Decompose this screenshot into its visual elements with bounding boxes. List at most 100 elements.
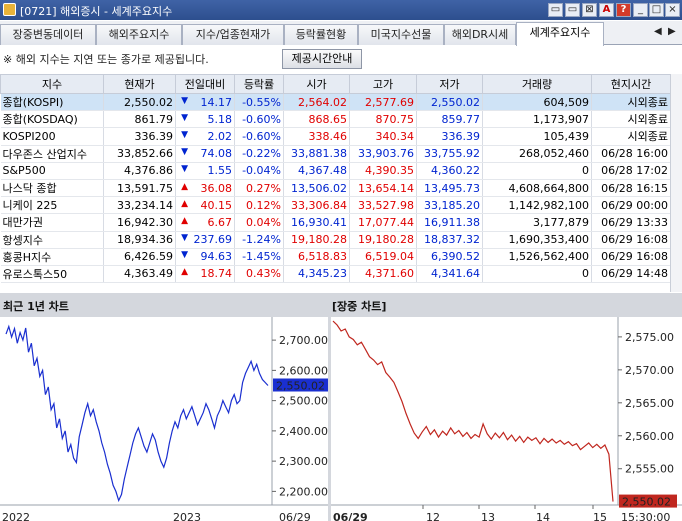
price-cell: 18,934.36 [103, 231, 176, 249]
down-arrow-icon: ▼ [181, 250, 188, 261]
low-cell: 4,341.64 [416, 265, 483, 284]
tab-world-indices[interactable]: 세계주요지수 [516, 22, 604, 46]
table-row[interactable]: 나스닥 종합 13,591.75 ▲ 36.08 0.27% 13,506.02 13,65… [0, 179, 671, 198]
col-header-local-time[interactable]: 현지시간 [591, 74, 671, 94]
local-time-cell: 시외종료 [591, 110, 671, 129]
print-icon[interactable]: ⊠ [582, 3, 597, 17]
up-arrow-icon: ▲ [181, 198, 188, 209]
y-tick-label: 2,570.00 [625, 364, 674, 377]
y-tick-label: 2,600.00 [279, 364, 328, 377]
price-cell: 16,942.30 [103, 213, 176, 232]
volume-cell: 3,177,879 [482, 213, 592, 232]
volume-cell: 0 [482, 162, 592, 180]
close-button[interactable]: × [665, 3, 680, 17]
change-cell: ▲ 36.08 [175, 179, 235, 198]
low-cell: 4,360.22 [416, 162, 483, 180]
table-row[interactable]: 항셍지수 18,934.36 ▼ 237.69 -1.24% 19,180.28 19,18… [0, 231, 671, 249]
table-row[interactable]: KOSPI200 336.39 ▼ 2.02 -0.60% 338.46 340.34 336… [0, 127, 671, 146]
high-cell: 6,519.04 [349, 248, 417, 266]
col-header-low[interactable]: 저가 [416, 74, 483, 94]
change-value: 1.55 [207, 164, 233, 178]
change-value: 14.17 [200, 95, 233, 109]
change-cell: ▲ 40.15 [175, 196, 235, 215]
tab-major-overseas-index[interactable]: 해외주요지수 [96, 24, 182, 45]
tab-change-status[interactable]: 등락률현황 [284, 24, 358, 45]
index-name-cell: 대만가권 [0, 213, 104, 232]
intraday-chart-title: [장중 차트] [332, 300, 387, 313]
tab-intraday-data[interactable]: 장중변동데이터 [0, 24, 96, 45]
table-row[interactable]: 니케이 225 33,234.14 ▲ 40.15 0.12% 33,306.84 33,5… [0, 196, 671, 215]
link-icon[interactable]: ▭ [565, 3, 580, 17]
rate-cell: -1.45% [234, 248, 284, 266]
tab-bar: 장중변동데이터 해외주요지수 지수/업종현재가 등락률현황 미국지수선물 해외D… [0, 21, 682, 46]
change-cell: ▼ 237.69 [175, 231, 235, 249]
index-name-cell: 유로스톡스50 [0, 265, 104, 284]
tab-overseas-dr[interactable]: 해외DR시세 [444, 24, 516, 45]
table-row[interactable]: S&P500 4,376.86 ▼ 1.55 -0.04% 4,367.48 4,390.3… [0, 162, 671, 180]
open-cell: 4,367.48 [283, 162, 350, 180]
help-icon[interactable]: ? [616, 3, 631, 17]
high-cell: 870.75 [349, 110, 417, 129]
volume-cell: 1,526,562,400 [482, 248, 592, 266]
current-value-label: 2,550.02 [622, 496, 671, 509]
price-cell: 2,550.02 [103, 93, 176, 112]
price-cell: 13,591.75 [103, 179, 176, 198]
volume-cell: 1,690,353,400 [482, 231, 592, 249]
index-name-cell: 나스닥 종합 [0, 179, 104, 198]
x-tick-label: 15:30:00 [621, 511, 670, 521]
service-hours-button[interactable]: 제공시간안내 [282, 49, 362, 69]
tab-scroll-left-icon[interactable]: ◀ [654, 26, 664, 40]
change-value: 5.18 [207, 112, 233, 126]
col-header-volume[interactable]: 거래량 [482, 74, 592, 94]
high-cell: 19,180.28 [349, 231, 417, 249]
x-tick-label: 13 [481, 511, 495, 521]
index-name-cell: 종합(KOSPI) [0, 93, 104, 112]
intraday-chart: 2,555.00 2,560.00 2,565.00 2,570.00 2,575.00… [331, 317, 682, 521]
open-cell: 16,930.41 [283, 213, 350, 232]
x-tick-label: 2023 [173, 511, 201, 521]
down-arrow-icon: ▼ [181, 129, 188, 140]
col-header-rate[interactable]: 등락률 [234, 74, 284, 94]
up-arrow-icon: ▲ [181, 267, 188, 278]
table-row[interactable]: 유로스톡스50 4,363.49 ▲ 18.74 0.43% 4,345.23 4,371.… [0, 265, 671, 284]
table-row[interactable]: 종합(KOSDAQ) 861.79 ▼ 5.18 -0.60% 868.65 870.75 8… [0, 110, 671, 129]
col-header-open[interactable]: 시가 [283, 74, 350, 94]
rate-cell: 0.27% [234, 179, 284, 198]
open-cell: 868.65 [283, 110, 350, 129]
minimize-button[interactable]: _ [633, 3, 648, 17]
change-value: 18.74 [200, 267, 233, 281]
price-cell: 861.79 [103, 110, 176, 129]
open-cell: 33,306.84 [283, 196, 350, 215]
y-tick-label: 2,555.00 [625, 463, 674, 476]
col-header-price[interactable]: 현재가 [103, 74, 176, 94]
y-tick-label: 2,565.00 [625, 397, 674, 410]
layout-icon[interactable]: ▭ [548, 3, 563, 17]
rate-cell: -0.55% [234, 93, 284, 112]
index-name-cell: 다우존스 산업지수 [0, 145, 104, 163]
index-table: 지수 현재가 전일대비 등락률 시가 고가 저가 거래량 현지시간 종합(KOS… [0, 74, 671, 284]
col-header-index[interactable]: 지수 [0, 74, 104, 94]
col-header-high[interactable]: 고가 [349, 74, 417, 94]
notice-bar: ※ 해외 지수는 지연 또는 종가로 제공됩니다. 제공시간안내 [0, 46, 682, 73]
table-scrollbar[interactable] [670, 74, 682, 292]
index-name-cell: 항셍지수 [0, 231, 104, 249]
tab-us-futures[interactable]: 미국지수선물 [358, 24, 444, 45]
local-time-cell: 06/28 17:02 [591, 162, 671, 180]
volume-cell: 105,439 [482, 127, 592, 146]
window-title: [0721] 해외증시 - 세계주요지수 [20, 5, 173, 18]
font-icon[interactable]: A [599, 3, 614, 17]
table-row[interactable]: 다우존스 산업지수 33,852.66 ▼ 74.08 -0.22% 33,881.38 3… [0, 145, 671, 163]
table-row[interactable]: 홍콩H지수 6,426.59 ▼ 94.63 -1.45% 6,518.83 6,519.0… [0, 248, 671, 266]
low-cell: 859.77 [416, 110, 483, 129]
open-cell: 19,180.28 [283, 231, 350, 249]
tab-index-sector-price[interactable]: 지수/업종현재가 [182, 24, 284, 45]
rate-cell: -0.60% [234, 127, 284, 146]
low-cell: 18,837.32 [416, 231, 483, 249]
col-header-change[interactable]: 전일대비 [175, 74, 235, 94]
table-row[interactable]: 종합(KOSPI) 2,550.02 ▼ 14.17 -0.55% 2,564.02 2,5… [0, 93, 671, 112]
high-cell: 33,527.98 [349, 196, 417, 215]
high-cell: 4,390.35 [349, 162, 417, 180]
table-row[interactable]: 대만가권 16,942.30 ▲ 6.67 0.04% 16,930.41 17,077.4… [0, 213, 671, 232]
tab-scroll-right-icon[interactable]: ▶ [668, 26, 678, 40]
maximize-button[interactable]: □ [649, 3, 664, 17]
